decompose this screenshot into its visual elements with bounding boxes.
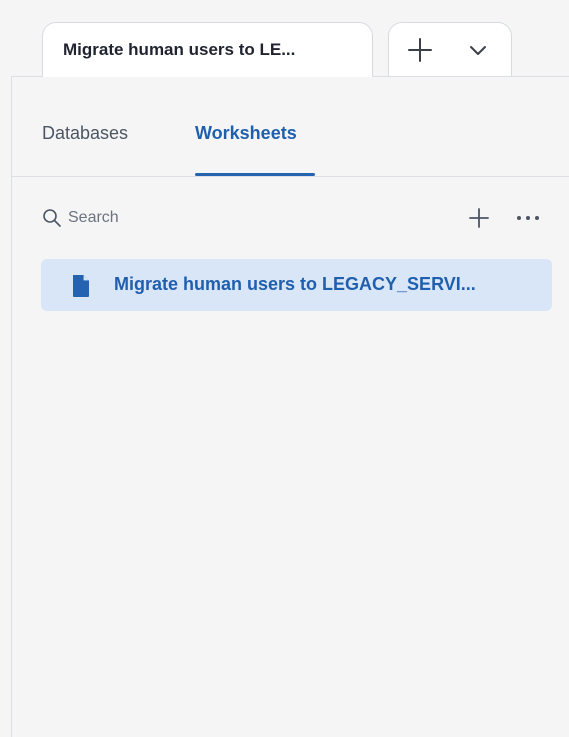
nav-tabs-divider	[11, 176, 569, 177]
tab-actions-group	[388, 22, 512, 76]
tab-worksheets[interactable]: Worksheets	[195, 123, 297, 144]
file-icon	[73, 275, 89, 297]
tab-strip: Migrate human users to LE...	[0, 0, 569, 77]
more-horizontal-icon[interactable]	[513, 206, 543, 230]
tab-databases[interactable]: Databases	[42, 123, 128, 144]
panel-nav-tabs: Databases Worksheets	[11, 77, 569, 176]
search-row	[11, 198, 569, 238]
worksheet-list-item[interactable]: Migrate human users to LEGACY_SERVI...	[41, 259, 552, 311]
active-worksheet-tab-label: Migrate human users to LE...	[63, 40, 296, 59]
search-icon	[43, 209, 61, 227]
worksheet-list-item-label: Migrate human users to LEGACY_SERVI...	[114, 274, 476, 294]
worksheet-panel: Migrate human users to LE... Databases W…	[0, 0, 569, 737]
plus-icon[interactable]	[405, 35, 435, 65]
plus-icon[interactable]	[467, 206, 491, 230]
chevron-down-icon[interactable]	[465, 37, 491, 63]
active-worksheet-tab[interactable]: Migrate human users to LE...	[42, 22, 373, 77]
search-input[interactable]	[68, 204, 408, 232]
